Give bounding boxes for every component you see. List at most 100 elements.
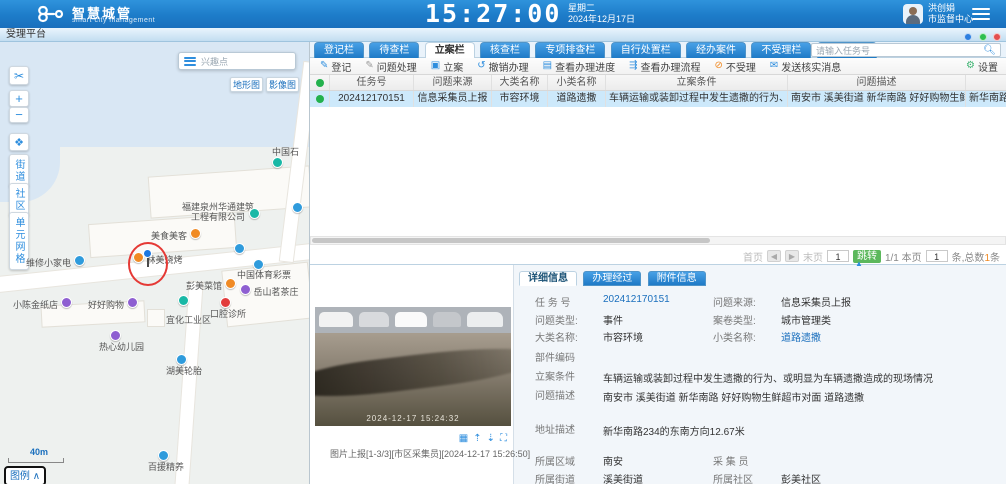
poi-icon[interactable] bbox=[249, 208, 260, 219]
image-icon[interactable]: ▦ bbox=[459, 433, 468, 444]
field-value: 南安 bbox=[603, 453, 623, 468]
map-poi[interactable]: 岳山茗茶庄 bbox=[240, 284, 299, 297]
cell-extra: 新华南路 bbox=[966, 91, 1006, 107]
total-count: 条,总数1条 bbox=[952, 249, 1000, 264]
basemap-terrain-button[interactable]: 地形图 bbox=[230, 77, 263, 92]
scrollbar-thumb[interactable] bbox=[312, 238, 710, 243]
horizontal-scrollbar[interactable] bbox=[310, 236, 1006, 245]
map-poi[interactable]: 百援精养 bbox=[148, 462, 184, 472]
envelope-icon: ✉ bbox=[770, 61, 778, 71]
bus-stop-icon[interactable] bbox=[253, 259, 264, 270]
table-row[interactable]: 202412170151 信息采集员上报 市容环境 道路遗撒 车辆运输或装卸过程… bbox=[310, 91, 1006, 107]
last-page-button[interactable]: 末页 bbox=[803, 249, 823, 264]
map-poi[interactable]: 口腔诊所 bbox=[210, 309, 246, 319]
settings-button[interactable]: ⚙设置 bbox=[966, 59, 998, 74]
small-class-link[interactable]: 道路遗撒 bbox=[781, 329, 821, 344]
case-photo[interactable]: 2024-12-17 15:24:32 bbox=[315, 307, 511, 426]
download-icon[interactable]: ⇣ bbox=[487, 433, 495, 444]
poi-icon[interactable] bbox=[220, 297, 231, 308]
reject-button[interactable]: ⊘不受理 bbox=[714, 59, 755, 74]
col-problem-desc[interactable]: 问题描述 bbox=[788, 75, 966, 90]
map-extent-icon[interactable]: ✂ bbox=[9, 66, 29, 85]
register-button[interactable]: ✎登记 bbox=[320, 59, 351, 74]
map-pin-icon[interactable] bbox=[143, 249, 152, 258]
problem-handle-button[interactable]: ✎问题处理 bbox=[365, 59, 416, 74]
send-verify-message-button[interactable]: ✉发送核实消息 bbox=[770, 59, 841, 74]
zoom-out-button[interactable]: − bbox=[9, 107, 29, 123]
tab-register[interactable]: 登记栏 bbox=[314, 42, 364, 58]
map-road bbox=[174, 282, 202, 484]
poi-icon[interactable] bbox=[176, 354, 187, 365]
map-poi[interactable]: 彭美菜馆 bbox=[186, 278, 236, 291]
map-poi[interactable]: 维修小家电 bbox=[26, 255, 85, 268]
col-small-class[interactable]: 小类名称 bbox=[548, 75, 606, 90]
next-page-button[interactable]: ▶ bbox=[785, 250, 799, 262]
task-search-input[interactable]: 请输入任务号 🔍︎ bbox=[811, 43, 1001, 57]
bus-stop-icon[interactable] bbox=[292, 202, 303, 213]
window-dot-blue-icon[interactable] bbox=[964, 33, 972, 41]
tab-rejected[interactable]: 不受理栏 bbox=[751, 42, 811, 58]
map-panel[interactable]: 兴趣点 地形图 影像图 ✂ + − ❖ 街道 社区 单元网格 中国石 福建泉州华… bbox=[0, 42, 310, 484]
page-size-input[interactable]: 1 bbox=[926, 250, 948, 262]
tab-filing[interactable]: 立案栏 bbox=[425, 42, 475, 58]
fullscreen-icon[interactable]: ⛶ bbox=[500, 433, 507, 444]
field-value: 市容环境 bbox=[603, 329, 643, 344]
task-number-link[interactable]: 202412170151 bbox=[603, 294, 670, 305]
view-progress-button[interactable]: ▤查看办理进度 bbox=[543, 59, 615, 74]
task-search-placeholder: 请输入任务号 bbox=[816, 44, 870, 57]
map-poi[interactable]: 中国体育彩票 bbox=[237, 270, 291, 280]
tab-pending[interactable]: 待查栏 bbox=[369, 42, 419, 58]
first-page-button[interactable]: 首页 bbox=[743, 249, 763, 264]
window-dot-green-icon[interactable] bbox=[979, 33, 987, 41]
tab-process-history[interactable]: 办理经过 bbox=[583, 271, 641, 286]
tab-detail-info[interactable]: 详细信息 bbox=[519, 271, 577, 286]
layers-icon[interactable]: ❖ bbox=[9, 133, 29, 151]
tab-special-check[interactable]: 专项排查栏 bbox=[535, 42, 605, 58]
map-search-input[interactable]: 兴趣点 bbox=[178, 52, 296, 70]
map-poi[interactable]: 美食美客 bbox=[151, 228, 201, 241]
col-problem-source[interactable]: 问题来源 bbox=[414, 75, 492, 90]
map-poi[interactable]: 中国石 bbox=[272, 147, 309, 170]
field-value: 事件 bbox=[603, 312, 623, 327]
map-poi[interactable]: 湖美轮胎 bbox=[166, 366, 202, 376]
map-poi[interactable]: 福建泉州华通建筑 工程有限公司 bbox=[182, 202, 254, 222]
map-poi[interactable]: 好好购物 bbox=[88, 297, 138, 310]
user-avatar[interactable] bbox=[903, 4, 923, 24]
zoom-in-button[interactable]: + bbox=[9, 90, 29, 107]
tab-verify[interactable]: 核查栏 bbox=[480, 42, 530, 58]
app-logo-icon bbox=[34, 3, 64, 25]
tab-self-handle[interactable]: 自行处置栏 bbox=[611, 42, 681, 58]
view-flow-button[interactable]: ⇶查看办理流程 bbox=[629, 59, 700, 74]
poi-icon[interactable] bbox=[110, 330, 121, 341]
map-poi[interactable]: 热心幼儿园 bbox=[99, 342, 144, 352]
poi-icon bbox=[190, 228, 201, 239]
field-label: 问题来源: bbox=[713, 294, 756, 309]
map-poi[interactable]: 小陈金纸店 bbox=[13, 297, 72, 310]
map-search-placeholder: 兴趣点 bbox=[201, 55, 290, 68]
map-search-menu-icon[interactable] bbox=[184, 57, 196, 66]
collapse-handle-icon[interactable]: ▲ bbox=[855, 259, 863, 268]
prev-page-button[interactable]: ◀ bbox=[767, 250, 781, 262]
platform-tab[interactable]: 受理平台 bbox=[0, 28, 46, 42]
page-number-input[interactable]: 1 bbox=[827, 250, 849, 262]
file-case-button[interactable]: ▣立案 bbox=[431, 59, 463, 74]
col-extra[interactable] bbox=[966, 75, 1006, 90]
basemap-imagery-button[interactable]: 影像图 bbox=[266, 77, 299, 92]
poi-icon[interactable] bbox=[178, 295, 189, 306]
scale-label: 40m bbox=[30, 447, 48, 457]
col-big-class[interactable]: 大类名称 bbox=[492, 75, 548, 90]
upload-icon[interactable]: ⇡ bbox=[473, 433, 481, 444]
bus-stop-icon[interactable] bbox=[234, 243, 245, 254]
search-icon[interactable]: 🔍︎ bbox=[983, 45, 996, 56]
map-poi[interactable]: 宜化工业区 bbox=[166, 315, 211, 325]
tab-attachments[interactable]: 附件信息 bbox=[648, 271, 706, 286]
poi-icon[interactable] bbox=[158, 450, 169, 461]
col-filing-condition[interactable]: 立案条件 bbox=[606, 75, 788, 90]
tab-handled-cases[interactable]: 经办案件 bbox=[686, 42, 746, 58]
poi-icon bbox=[74, 255, 85, 266]
col-task-no[interactable]: 任务号 bbox=[330, 75, 414, 90]
menu-icon[interactable] bbox=[972, 8, 990, 20]
cancel-handle-button[interactable]: ↺撤销办理 bbox=[477, 59, 528, 74]
legend-button[interactable]: 图例 ∧ bbox=[4, 466, 46, 484]
window-dot-red-icon[interactable] bbox=[993, 33, 1001, 41]
